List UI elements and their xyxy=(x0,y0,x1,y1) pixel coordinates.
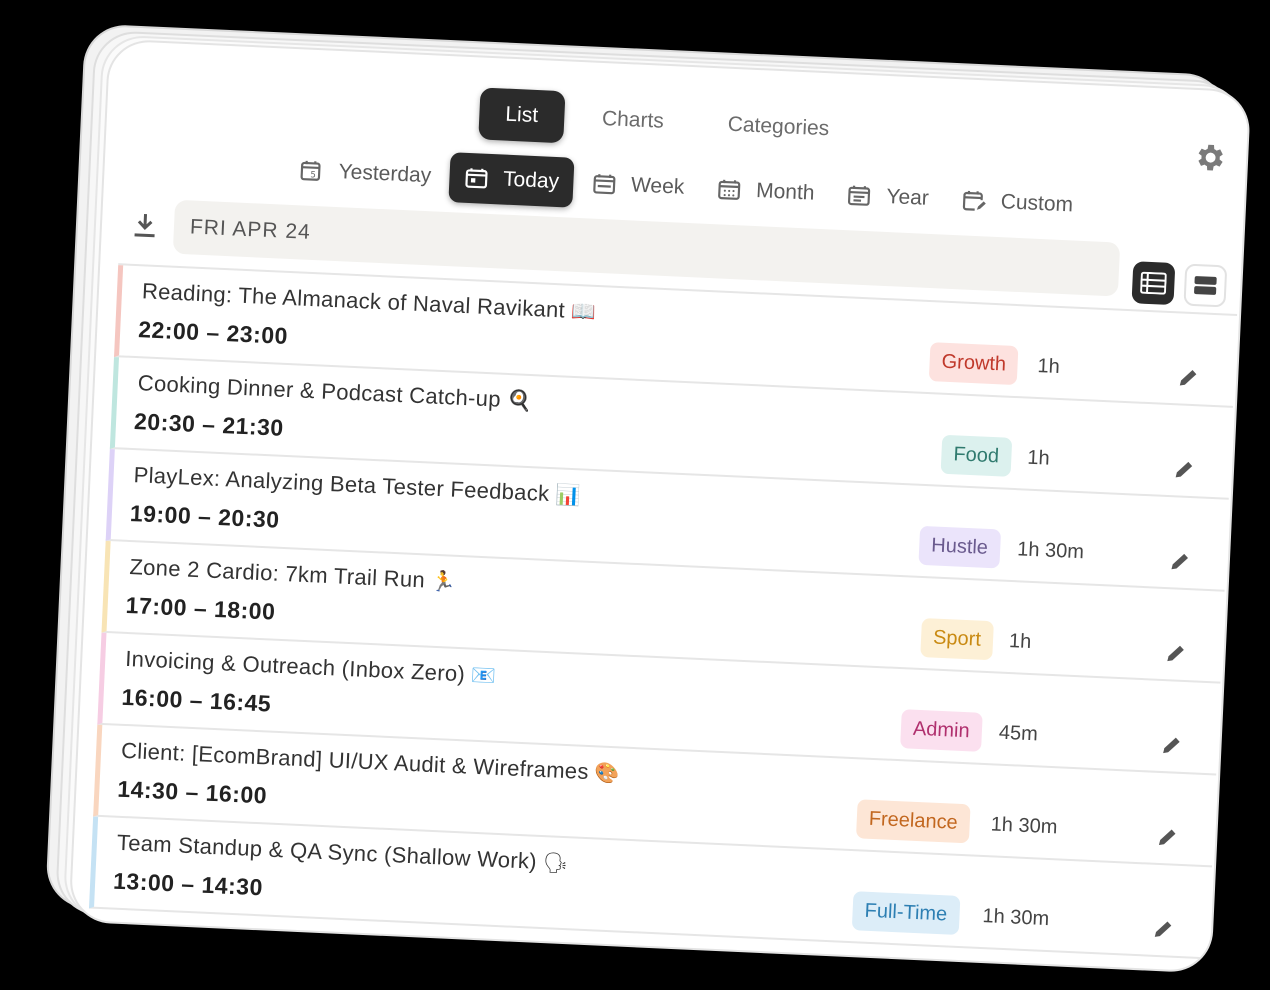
view-tabs: List Charts Categories xyxy=(478,87,856,156)
range-label: Yesterday xyxy=(338,160,432,188)
category-tag: Freelance xyxy=(855,799,971,844)
calendar-week-icon xyxy=(592,174,616,195)
entry-duration: 1h 30m xyxy=(990,813,1058,839)
pencil-icon[interactable] xyxy=(1167,549,1192,574)
entry-title-text: Cooking Dinner & Podcast Catch-up xyxy=(137,370,502,412)
entry-emoji-icon: 🎨 xyxy=(594,762,621,786)
calendar-year-icon xyxy=(848,185,871,206)
entry-title-text: Reading: The Almanack of Naval Ravikant xyxy=(141,278,566,323)
entry-time-range: 13:00 – 14:30 xyxy=(112,867,264,901)
pencil-icon[interactable] xyxy=(1171,457,1196,482)
range-today[interactable]: Today xyxy=(448,152,575,208)
category-tag: Full-Time xyxy=(851,891,961,935)
pencil-icon[interactable] xyxy=(1163,641,1188,666)
entry-title: Cooking Dinner & Podcast Catch-up 🍳 xyxy=(137,370,532,414)
entry-time-range: 17:00 – 18:00 xyxy=(125,591,276,625)
entry-emoji-icon: 📖 xyxy=(570,300,597,324)
list-view-icon xyxy=(1140,271,1167,295)
range-month[interactable]: Month xyxy=(701,164,830,220)
time-log-card: List Charts Categories 5 Yesterday Today… xyxy=(70,40,1250,972)
entry-emoji-icon: 📊 xyxy=(554,484,581,508)
entry-duration: 45m xyxy=(998,721,1039,746)
gear-icon[interactable] xyxy=(1191,140,1227,176)
entry-title-text: Team Standup & QA Sync (Shallow Work) xyxy=(116,829,538,874)
entry-duration: 1h xyxy=(1026,446,1051,470)
entry-title: Reading: The Almanack of Naval Ravikant 📖 xyxy=(141,278,596,325)
pencil-icon[interactable] xyxy=(1151,917,1176,942)
pencil-icon[interactable] xyxy=(1159,733,1184,758)
range-label: Custom xyxy=(1000,190,1074,217)
tab-list[interactable]: List xyxy=(478,87,566,144)
category-tag: Growth xyxy=(928,342,1019,386)
compact-layout-button[interactable] xyxy=(1183,263,1228,308)
entry-time-range: 16:00 – 16:45 xyxy=(121,683,272,717)
entry-duration: 1h xyxy=(1008,629,1032,653)
entry-title-text: Zone 2 Cardio: 7km Trail Run xyxy=(128,554,426,593)
pencil-icon[interactable] xyxy=(1176,365,1201,390)
entry-emoji-icon: 🗣 xyxy=(542,852,569,876)
entry-emoji-icon: 📧 xyxy=(470,664,497,688)
range-week[interactable]: Week xyxy=(576,158,699,213)
entry-title: Invoicing & Outreach (Inbox Zero) 📧 xyxy=(125,646,497,689)
entry-title: PlayLex: Analyzing Beta Tester Feedback 📊 xyxy=(133,462,581,508)
category-tag: Admin xyxy=(900,709,983,752)
entry-title: Team Standup & QA Sync (Shallow Work) 🗣 xyxy=(116,830,569,876)
entry-title: Zone 2 Cardio: 7km Trail Run 🏃 xyxy=(129,554,457,595)
download-icon[interactable] xyxy=(129,210,160,241)
range-label: Week xyxy=(630,173,685,199)
entry-emoji-icon: 🍳 xyxy=(506,389,533,414)
entry-list: Reading: The Almanack of Naval Ravikant 📖… xyxy=(88,263,1238,960)
entry-duration: 1h 30m xyxy=(1016,538,1085,564)
category-tag: Hustle xyxy=(918,525,1001,569)
category-tag: Food xyxy=(940,434,1012,477)
screen: List Charts Categories 5 Yesterday Today… xyxy=(0,0,1270,990)
range-label: Today xyxy=(502,167,560,194)
entry-title-text: Client: [EcomBrand] UI/UX Audit & Wirefr… xyxy=(120,737,590,785)
range-custom[interactable]: Custom xyxy=(946,175,1088,231)
entry-time-range: 22:00 – 23:00 xyxy=(137,316,289,349)
tab-categories[interactable]: Categories xyxy=(701,98,857,157)
date-label: FRI APR 24 xyxy=(189,215,312,244)
tab-charts[interactable]: Charts xyxy=(575,92,691,149)
range-year[interactable]: Year xyxy=(831,170,944,225)
range-label: Year xyxy=(885,184,930,210)
range-label: Month xyxy=(755,179,816,205)
entry-title-text: PlayLex: Analyzing Beta Tester Feedback xyxy=(133,462,550,506)
calendar-edit-icon xyxy=(962,190,986,211)
list-layout-button[interactable] xyxy=(1131,261,1176,306)
pencil-icon[interactable] xyxy=(1155,825,1180,850)
entry-time-range: 19:00 – 20:30 xyxy=(129,499,281,533)
calendar-back-icon: 5 xyxy=(300,160,321,181)
range-yesterday[interactable]: 5 Yesterday xyxy=(284,145,447,202)
calendar-month-icon xyxy=(718,179,741,200)
rows-view-icon xyxy=(1194,276,1217,295)
entry-duration: 1h xyxy=(1037,354,1061,378)
category-tag: Sport xyxy=(920,618,994,661)
entry-time-range: 14:30 – 16:00 xyxy=(116,775,268,809)
entry-title-text: Invoicing & Outreach (Inbox Zero) xyxy=(124,645,466,687)
calendar-today-icon xyxy=(464,168,488,189)
entry-emoji-icon: 🏃 xyxy=(430,570,457,594)
entry-duration: 1h 30m xyxy=(982,905,1050,931)
svg-text:5: 5 xyxy=(310,170,316,180)
entry-time-range: 20:30 – 21:30 xyxy=(133,408,285,441)
